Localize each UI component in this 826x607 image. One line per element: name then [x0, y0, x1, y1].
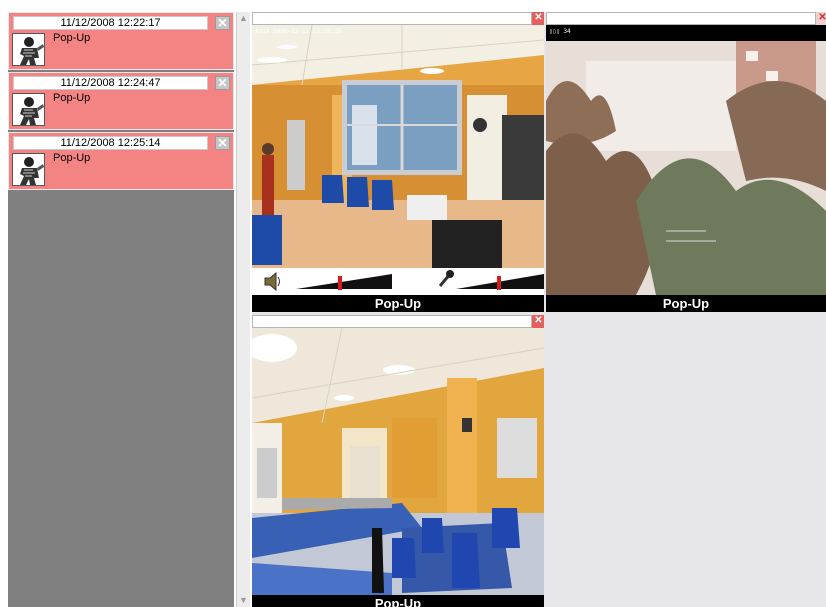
camera-footer-label: Pop-Up: [252, 295, 544, 312]
audio-controls: [252, 268, 544, 295]
volume-slider-handle[interactable]: [338, 276, 342, 290]
event-label: Pop-Up: [53, 152, 91, 164]
scroll-down-icon[interactable]: ▼: [237, 594, 250, 607]
event-timestamp: 11/12/2008 12:25:14: [13, 136, 208, 150]
camera-view-2[interactable]: ✕ ▯▯▯ 34 Pop-Up: [546, 12, 826, 312]
camera-view-1[interactable]: ✕ Axis 2008-12-11 12:38:35 Pop-Up: [252, 12, 544, 312]
event-timestamp: 11/12/2008 12:24:47: [13, 76, 208, 90]
event-label: Pop-Up: [53, 92, 91, 104]
camera-view-3[interactable]: ✕ Pop-Up: [252, 315, 544, 607]
scroll-up-icon[interactable]: ▲: [237, 12, 250, 25]
camera-footer-label: Pop-Up: [546, 295, 826, 312]
camera-titlebar: [252, 12, 532, 25]
empty-camera-slot[interactable]: [546, 315, 826, 607]
burglar-icon: [12, 33, 45, 66]
close-icon[interactable]: ✕: [532, 12, 544, 25]
event-item-3[interactable]: 11/12/2008 12:25:14 ✕ Pop-Up: [8, 132, 234, 190]
camera-grid: ✕ Axis 2008-12-11 12:38:35 Pop-Up ✕ ▯▯▯ …: [252, 12, 826, 607]
close-icon[interactable]: ✕: [215, 16, 230, 30]
event-item-2[interactable]: 11/12/2008 12:24:47 ✕ Pop-Up: [8, 72, 234, 130]
camera-titlebar: [546, 12, 816, 25]
burglar-icon: [12, 93, 45, 126]
vertical-scrollbar[interactable]: ▲ ▼: [236, 12, 250, 607]
close-icon[interactable]: ✕: [532, 315, 544, 328]
camera-osd-text: Axis 2008-12-11 12:38:35: [255, 28, 342, 35]
camera-feed-3: [252, 328, 544, 595]
microphone-icon[interactable]: [438, 270, 454, 287]
event-timestamp: 11/12/2008 12:22:17: [13, 16, 208, 30]
camera-feed-1: [252, 25, 544, 268]
close-icon[interactable]: ✕: [215, 136, 230, 150]
camera-osd-text: ▯▯▯ 34: [549, 28, 571, 35]
camera-footer-label: Pop-Up: [252, 595, 544, 607]
event-label: Pop-Up: [53, 32, 91, 44]
close-icon[interactable]: ✕: [816, 12, 826, 25]
event-list-panel: 11/12/2008 12:22:17 ✕ Pop-Up 11/12/2008 …: [8, 12, 234, 607]
volume-slider-track[interactable]: [296, 274, 392, 289]
camera-titlebar: [252, 315, 532, 328]
close-icon[interactable]: ✕: [215, 76, 230, 90]
mic-slider-handle[interactable]: [497, 276, 501, 290]
app-window: 11/12/2008 12:22:17 ✕ Pop-Up 11/12/2008 …: [0, 0, 826, 607]
event-item-1[interactable]: 11/12/2008 12:22:17 ✕ Pop-Up: [8, 12, 234, 70]
speaker-icon[interactable]: [264, 271, 280, 292]
camera-feed-2: [546, 41, 826, 295]
burglar-icon: [12, 153, 45, 186]
